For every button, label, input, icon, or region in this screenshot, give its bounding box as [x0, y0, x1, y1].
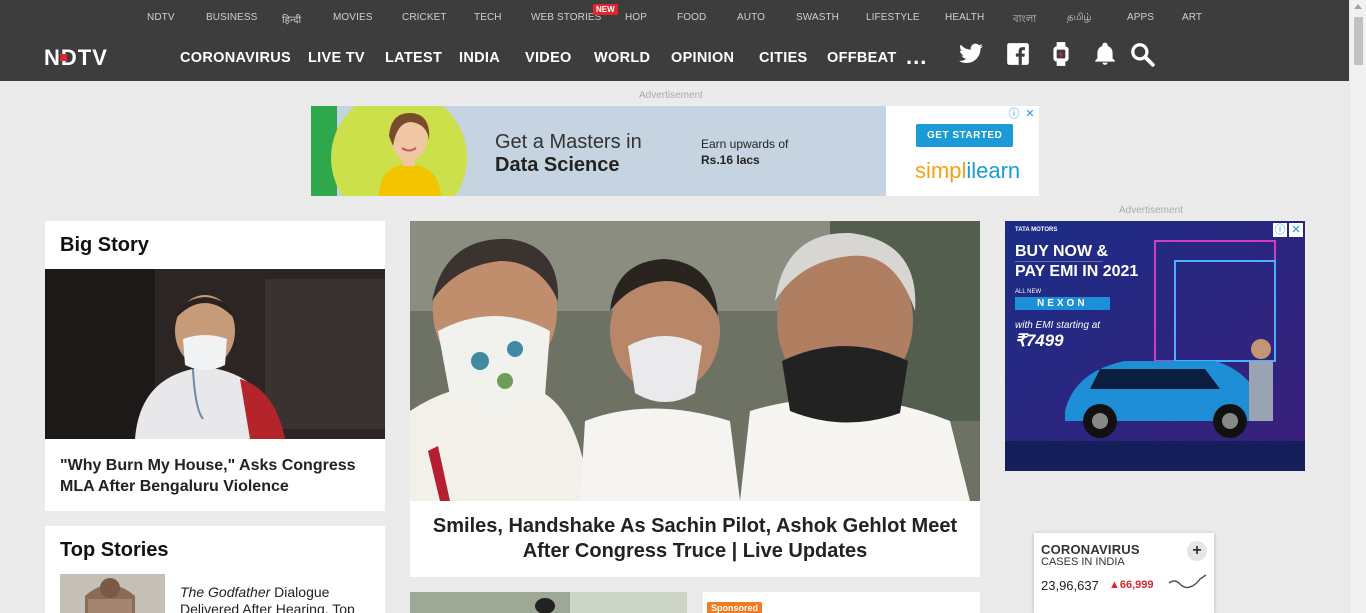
ndtv-logo[interactable]: NDTV — [44, 46, 146, 68]
subnav-tech[interactable]: TECH — [474, 12, 502, 23]
ad-price: ₹7499 — [1015, 331, 1064, 350]
hero-story-image[interactable] — [410, 221, 980, 501]
nav-cities[interactable]: CITIES — [759, 50, 808, 66]
expand-button[interactable]: + — [1187, 541, 1207, 561]
subnav-lifestyle[interactable]: LIFESTYLE — [866, 12, 920, 23]
story-photo — [410, 592, 687, 613]
nav-world[interactable]: WORLD — [594, 50, 650, 66]
ad-line2: PAY EMI IN 2021 — [1015, 263, 1139, 280]
nav-offbeat[interactable]: OFFBEAT — [827, 50, 897, 66]
ad-close-icon[interactable]: ✕ — [1289, 223, 1303, 237]
coronavirus-widget[interactable]: CORONAVIRUS CASES IN INDIA + 23,96,637 ▲… — [1034, 533, 1214, 613]
nav-india[interactable]: INDIA — [459, 50, 500, 66]
big-story-headline[interactable]: "Why Burn My House," Asks Congress MLA A… — [60, 455, 375, 497]
subnav-art[interactable]: ART — [1182, 12, 1202, 23]
subnav-web-stories[interactable]: WEB STORIES — [531, 12, 601, 23]
subnav-auto[interactable]: AUTO — [737, 12, 765, 23]
top-story-thumbnail[interactable] — [60, 574, 165, 613]
big-story-title: Big Story — [60, 234, 149, 256]
big-story-image[interactable] — [45, 269, 385, 439]
new-badge: NEW — [593, 4, 618, 15]
subnav-ndtv[interactable]: NDTV — [147, 12, 175, 23]
big-story-photo — [45, 269, 385, 439]
top-story-italic: The Godfather — [180, 584, 271, 600]
top-banner-ad[interactable]: Get a Masters in Data Science Earn upwar… — [311, 106, 1039, 196]
subnav-health[interactable]: HEALTH — [945, 12, 984, 23]
site-header: NDTV BUSINESS हिन्दी MOVIES CRICKET TECH… — [0, 0, 1349, 81]
top-story-headline[interactable]: The Godfather Dialogue Delivered After H… — [180, 584, 375, 613]
sponsored-badge: Sponsored — [707, 602, 763, 613]
nav-video[interactable]: VIDEO — [525, 50, 572, 66]
ad-brand-part: ilearn — [966, 158, 1021, 183]
story-card-thumbnail[interactable] — [410, 592, 687, 613]
advertisement-label: Advertisement — [1119, 205, 1183, 216]
advertisement-label: Advertisement — [639, 90, 703, 101]
subnav-business[interactable]: BUSINESS — [206, 12, 257, 23]
ad-earn-line: Earn upwards of — [701, 137, 789, 151]
subnav-cricket[interactable]: CRICKET — [402, 12, 447, 23]
ad-line1: BUY NOW & — [1015, 243, 1109, 260]
top-stories-title: Top Stories — [60, 539, 169, 561]
svg-text:NDTV: NDTV — [44, 46, 108, 68]
ad-headline: Get a Masters in — [495, 131, 642, 153]
corona-delta-value: 66,999 — [1119, 579, 1154, 591]
vertical-scrollbar[interactable] — [1349, 0, 1366, 613]
more-menu-button[interactable]: ... — [906, 44, 927, 70]
nav-live-tv[interactable]: LIVE TV — [308, 50, 365, 66]
sub-navigation: NDTV BUSINESS हिन्दी MOVIES CRICKET TECH… — [0, 12, 1349, 26]
nav-opinion[interactable]: OPINION — [671, 50, 734, 66]
ad-close-icon[interactable]: ✕ — [1023, 107, 1037, 121]
facebook-icon[interactable] — [1005, 41, 1031, 67]
ad-model-image — [379, 112, 441, 196]
subnav-food[interactable]: FOOD — [677, 12, 706, 23]
subnav-hop[interactable]: HOP — [625, 12, 647, 23]
ad-info-icon[interactable]: ⓘ — [1007, 107, 1021, 121]
subnav-hindi[interactable]: हिन्दी — [282, 12, 301, 26]
ad-earn-text: Earn upwards of Rs.16 lacs — [701, 136, 788, 168]
ad-info-icon[interactable]: ⓘ — [1273, 223, 1287, 237]
side-banner-ad[interactable]: TATA MOTORS BUY NOW & PAY EMI IN 2021 AL… — [1005, 221, 1305, 471]
supreme-court-photo — [60, 574, 165, 613]
ad-headline-strong: Data Science — [495, 154, 620, 176]
twitter-icon[interactable] — [958, 41, 984, 67]
ad-all-new: ALL NEW — [1015, 289, 1042, 295]
subnav-tamil[interactable]: தமிழ் — [1067, 12, 1092, 24]
nav-coronavirus[interactable]: CORONAVIRUS — [180, 50, 291, 66]
ad-earn-amount: Rs.16 lacs — [701, 153, 760, 167]
corona-total-cases: 23,96,637 — [1041, 578, 1099, 593]
ad-brand-part: simpl — [915, 158, 967, 183]
subnav-swasth[interactable]: SWASTH — [796, 12, 839, 23]
smartwatch-icon[interactable] — [1048, 41, 1074, 67]
nav-latest[interactable]: LATEST — [385, 50, 442, 66]
ad-model-name: NEXON — [1015, 297, 1110, 310]
corona-delta: ▲66,999 — [1109, 579, 1154, 591]
ad-maker: TATA MOTORS — [1015, 227, 1058, 233]
scrollbar-thumb[interactable] — [1354, 17, 1363, 65]
ad-brand-logo: simplilearn — [915, 158, 1020, 184]
ad-emi-text: with EMI starting at — [1015, 320, 1101, 331]
sponsored-card[interactable]: Sponsored — [703, 592, 980, 613]
trend-sparkline-icon — [1168, 574, 1207, 589]
hero-photo — [410, 221, 980, 501]
ad-get-started-button[interactable]: GET STARTED — [916, 124, 1014, 147]
scroll-up-arrow-icon[interactable] — [1354, 4, 1362, 9]
search-icon[interactable] — [1129, 41, 1155, 67]
subnav-apps[interactable]: APPS — [1127, 12, 1154, 23]
corona-title: CORONAVIRUS — [1041, 542, 1140, 557]
hero-caption-box: Smiles, Handshake As Sachin Pilot, Ashok… — [410, 501, 980, 577]
hero-headline[interactable]: Smiles, Handshake As Sachin Pilot, Ashok… — [410, 514, 980, 564]
subnav-bangla[interactable]: বাংলা — [1013, 12, 1036, 29]
corona-subtitle: CASES IN INDIA — [1041, 556, 1125, 568]
bell-icon[interactable] — [1092, 41, 1118, 67]
subnav-movies[interactable]: MOVIES — [333, 12, 373, 23]
